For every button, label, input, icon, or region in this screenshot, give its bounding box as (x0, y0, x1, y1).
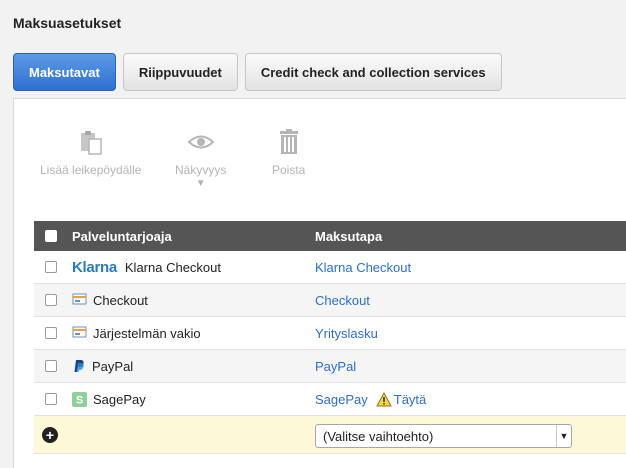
warning-icon (375, 391, 392, 406)
trash-icon (279, 129, 298, 154)
method-link[interactable]: SagePay (315, 392, 368, 407)
copy-label: Lisää leikepöydälle (40, 163, 142, 177)
card-icon (72, 326, 87, 338)
row-checkbox[interactable] (45, 327, 57, 339)
copy-to-clipboard-button[interactable]: Lisää leikepöydälle (40, 129, 141, 177)
method-link[interactable]: Klarna Checkout (315, 260, 411, 275)
table-row[interactable]: Checkout Checkout (34, 284, 626, 317)
row-checkbox[interactable] (45, 294, 57, 306)
header-method: Maksutapa (315, 228, 383, 244)
provider-name: Klarna Checkout (124, 259, 222, 275)
method-link[interactable]: PayPal (315, 359, 356, 374)
paypal-icon (74, 360, 84, 372)
klarna-logo: Klarna (72, 258, 117, 276)
row-checkbox[interactable] (45, 393, 57, 405)
table-row[interactable]: S SagePay SagePay Täytä (34, 383, 626, 416)
provider-name: Järjestelmän vakio (93, 325, 201, 341)
table-row[interactable]: Järjestelmän vakio Yrityslasku (34, 317, 626, 350)
provider-name: SagePay (93, 391, 146, 407)
method-link[interactable]: Checkout (315, 293, 370, 308)
payment-methods-table: Palveluntarjoaja Maksutapa Klarna Klarna… (34, 221, 626, 454)
svg-text:S: S (76, 394, 83, 406)
tab-credit-check[interactable]: Credit check and collection services (244, 53, 502, 91)
eye-icon (187, 135, 215, 149)
delete-label: Poista (272, 163, 306, 177)
visibility-button[interactable]: Näkyvyys ▼ (175, 129, 226, 189)
chevron-down-icon[interactable]: ▼ (556, 425, 571, 447)
provider-name: PayPal (92, 358, 134, 374)
table-row[interactable]: Klarna Klarna Checkout Klarna Checkout (34, 251, 626, 284)
add-icon[interactable]: + (42, 426, 58, 443)
method-link[interactable]: Yrityslasku (315, 326, 378, 341)
card-icon (72, 293, 87, 305)
delete-button[interactable]: Poista (272, 129, 305, 177)
tab-bar: Maksutavat Riippuvuudet Credit check and… (13, 53, 502, 91)
toolbar: Lisää leikepöydälle Näkyvyys ▼ Poista (14, 99, 626, 209)
row-checkbox[interactable] (45, 261, 57, 273)
row-checkbox[interactable] (45, 360, 57, 372)
add-row: + (Valitse vaihtoehto) ▼ (34, 416, 626, 454)
clipboard-icon (80, 131, 102, 155)
tab-maksutavat[interactable]: Maksutavat (13, 53, 116, 91)
provider-name: Checkout (93, 292, 148, 308)
header-provider: Palveluntarjoaja (72, 228, 172, 244)
tab-riippuvuudet[interactable]: Riippuvuudet (122, 53, 238, 91)
sagepay-icon: S (72, 391, 87, 407)
select-all-checkbox[interactable] (45, 230, 57, 242)
table-header: Palveluntarjoaja Maksutapa (34, 221, 626, 251)
visibility-label: Näkyvyys (175, 163, 227, 177)
main-panel: Lisää leikepöydälle Näkyvyys ▼ Poista Pa… (13, 98, 626, 468)
payment-method-select[interactable]: (Valitse vaihtoehto) ▼ (315, 424, 572, 448)
chevron-down-icon: ▼ (195, 178, 206, 189)
table-row[interactable]: PayPal PayPal (34, 350, 626, 383)
page-title: Maksuasetukset (13, 15, 122, 31)
fill-in-link[interactable]: Täytä (394, 392, 427, 407)
select-value: (Valitse vaihtoehto) (323, 428, 434, 444)
